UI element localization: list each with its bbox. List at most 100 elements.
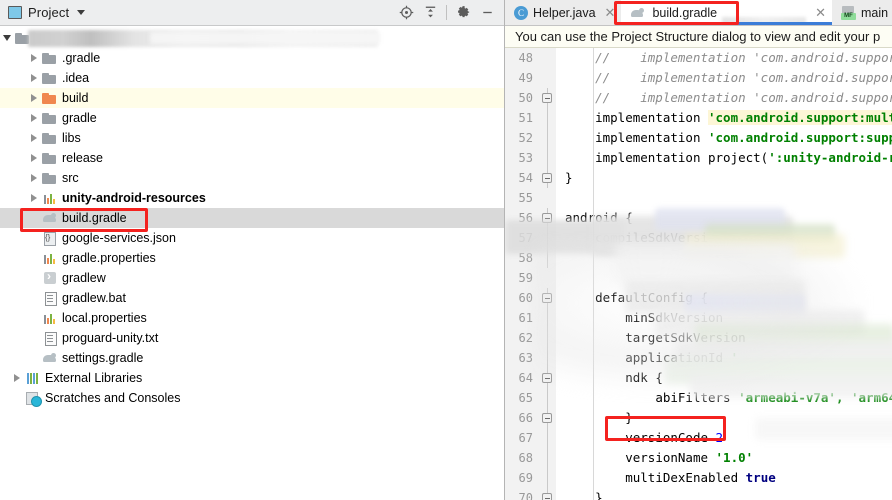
fold-gutter[interactable] <box>540 408 556 428</box>
code-line[interactable]: 57 compileSdkVersi <box>505 228 892 248</box>
tree-row-src[interactable]: src <box>0 168 504 188</box>
fold-gutter[interactable] <box>540 428 556 448</box>
fold-gutter[interactable] <box>540 348 556 368</box>
minimize-icon[interactable] <box>476 2 498 24</box>
expand-arrow-icon[interactable] <box>27 108 41 128</box>
tree-row-gradle-properties[interactable]: gradle.properties <box>0 248 504 268</box>
tree-row-gradle[interactable]: .gradle <box>0 48 504 68</box>
tree-row-google-services-json[interactable]: google-services.json <box>0 228 504 248</box>
code-line[interactable]: 65 abiFilters 'armeabi-v7a', 'arm64-v <box>505 388 892 408</box>
settings-gear-icon[interactable] <box>452 2 474 24</box>
expand-arrow-icon[interactable] <box>10 368 24 388</box>
tree-row-libs[interactable]: libs <box>0 128 504 148</box>
tree-row-scratches-and-consoles[interactable]: Scratches and Consoles <box>0 388 504 408</box>
fold-toggle-icon[interactable] <box>542 373 552 383</box>
collapse-all-icon[interactable] <box>419 2 441 24</box>
fold-gutter[interactable] <box>540 48 556 68</box>
fold-gutter[interactable] <box>540 268 556 288</box>
fold-gutter[interactable] <box>540 108 556 128</box>
tree-row-project-root[interactable] <box>0 28 504 48</box>
code-line[interactable]: 50 // implementation 'com.android.suppor… <box>505 88 892 108</box>
fold-toggle-icon[interactable] <box>542 413 552 423</box>
code-line[interactable]: 68 versionName '1.0' <box>505 448 892 468</box>
code-line[interactable]: 54} <box>505 168 892 188</box>
fold-gutter[interactable] <box>540 308 556 328</box>
fold-gutter[interactable] <box>540 328 556 348</box>
expand-arrow-icon[interactable] <box>27 168 41 188</box>
locate-target-icon[interactable] <box>395 2 417 24</box>
code-line[interactable]: 64 ndk { <box>505 368 892 388</box>
tree-row-local-properties[interactable]: local.properties <box>0 308 504 328</box>
code-line[interactable]: 70 } <box>505 488 892 500</box>
code-line[interactable]: 48 // implementation 'com.android.suppor… <box>505 48 892 68</box>
tree-row-build-gradle[interactable]: build.gradle <box>0 208 504 228</box>
line-number: 55 <box>505 188 540 208</box>
code-line[interactable]: 52 implementation 'com.android.support:s… <box>505 128 892 148</box>
libraries-icon <box>24 370 42 386</box>
expand-arrow-icon[interactable] <box>27 128 41 148</box>
tree-row-gradlew[interactable]: gradlew <box>0 268 504 288</box>
tree-row-idea[interactable]: .idea <box>0 68 504 88</box>
fold-gutter[interactable] <box>540 488 556 500</box>
fold-gutter[interactable] <box>540 248 556 268</box>
code-line[interactable]: 51 implementation 'com.android.support:m… <box>505 108 892 128</box>
code-editor[interactable]: 48 // implementation 'com.android.suppor… <box>505 48 892 500</box>
project-structure-notification[interactable]: You can use the Project Structure dialog… <box>505 26 892 48</box>
code-line[interactable]: 62 targetSdkVersion <box>505 328 892 348</box>
code-line[interactable]: 58 <box>505 248 892 268</box>
tree-row-unity-android-resources[interactable]: unity-android-resources <box>0 188 504 208</box>
fold-gutter[interactable] <box>540 168 556 188</box>
tree-row-settings-gradle[interactable]: settings.gradle <box>0 348 504 368</box>
close-icon[interactable]: ✕ <box>815 6 826 19</box>
fold-toggle-icon[interactable] <box>542 493 552 500</box>
expand-arrow-icon[interactable] <box>27 188 41 208</box>
tree-row-gradle[interactable]: gradle <box>0 108 504 128</box>
code-line[interactable]: 49 // implementation 'com.android.suppor… <box>505 68 892 88</box>
tree-row-gradlew-bat[interactable]: gradlew.bat <box>0 288 504 308</box>
fold-gutter[interactable] <box>540 128 556 148</box>
tree-row-build[interactable]: build <box>0 88 504 108</box>
expand-arrow-icon[interactable] <box>0 28 14 48</box>
expand-arrow-icon[interactable] <box>27 88 41 108</box>
code-line[interactable]: 66 } <box>505 408 892 428</box>
tab-android-manifest[interactable]: main <box>832 0 892 25</box>
fold-gutter[interactable] <box>540 388 556 408</box>
fold-gutter[interactable] <box>540 288 556 308</box>
code-line[interactable]: 55 <box>505 188 892 208</box>
project-panel-title-group[interactable]: Project <box>8 5 86 20</box>
fold-gutter[interactable] <box>540 148 556 168</box>
tree-row-proguard-unity-txt[interactable]: proguard-unity.txt <box>0 328 504 348</box>
close-icon[interactable]: ✕ <box>605 6 616 19</box>
expand-arrow-icon[interactable] <box>27 48 41 68</box>
code-line[interactable]: 67 versionCode 2 <box>505 428 892 448</box>
tree-row-external-libraries[interactable]: External Libraries <box>0 368 504 388</box>
fold-toggle-icon[interactable] <box>542 293 552 303</box>
fold-gutter[interactable] <box>540 448 556 468</box>
chevron-down-icon[interactable] <box>77 10 86 15</box>
fold-toggle-icon[interactable] <box>542 173 552 183</box>
code-line[interactable]: 63 applicationId ' <box>505 348 892 368</box>
java-class-icon: C <box>514 5 528 20</box>
expand-arrow-icon[interactable] <box>27 148 41 168</box>
expand-arrow-icon[interactable] <box>27 68 41 88</box>
code-line[interactable]: 60 defaultConfig { <box>505 288 892 308</box>
fold-gutter[interactable] <box>540 368 556 388</box>
fold-gutter[interactable] <box>540 228 556 248</box>
code-line[interactable]: 59 <box>505 268 892 288</box>
fold-gutter[interactable] <box>540 68 556 88</box>
tab-build-gradle[interactable]: build.gradle ✕ <box>621 0 832 25</box>
fold-toggle-icon[interactable] <box>542 93 552 103</box>
tree-row-release[interactable]: release <box>0 148 504 168</box>
tab-helper-java[interactable]: C Helper.java ✕ <box>505 0 622 25</box>
fold-toggle-icon[interactable] <box>542 213 552 223</box>
fold-gutter[interactable] <box>540 208 556 228</box>
code-line[interactable]: 61 minSdkVersion <box>505 308 892 328</box>
fold-gutter[interactable] <box>540 188 556 208</box>
project-file-tree[interactable]: .gradle .idea build gradle libs release src uni… <box>0 26 504 500</box>
code-line[interactable]: 56 android { <box>505 208 892 228</box>
tree-item-label: .idea <box>62 71 90 85</box>
code-line[interactable]: 69 multiDexEnabled true <box>505 468 892 488</box>
fold-gutter[interactable] <box>540 468 556 488</box>
code-line[interactable]: 53 implementation project(':unity-androi… <box>505 148 892 168</box>
fold-gutter[interactable] <box>540 88 556 108</box>
